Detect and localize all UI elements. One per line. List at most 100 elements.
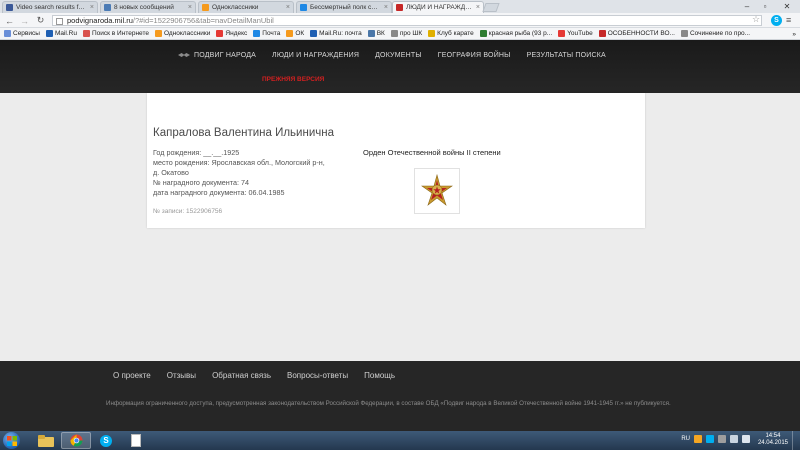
bookmark-mailru[interactable]: Mail.Ru: [45, 30, 77, 37]
yandex-icon: [216, 30, 224, 37]
order-star-icon: [421, 173, 453, 206]
footer-link-faq[interactable]: Вопросы-ответы: [287, 371, 348, 380]
bookmark-odnoklassniki[interactable]: Одноклассники: [154, 30, 210, 37]
browser-tab-polk[interactable]: Бессмертный полк серге ×: [296, 1, 392, 13]
bookmark-vk[interactable]: ВК: [367, 30, 385, 37]
reload-icon[interactable]: ↻: [35, 15, 46, 26]
bookmark-youtube[interactable]: YouTube: [558, 30, 593, 37]
award-document-number: № наградного документа: 74: [153, 178, 249, 187]
site-nav: ПОДВИГ НАРОДА ЛЮДИ И НАГРАЖДЕНИЯ ДОКУМЕН…: [170, 50, 614, 60]
bookmark-services[interactable]: Сервисы: [4, 30, 40, 37]
close-tab-icon[interactable]: ×: [476, 4, 480, 11]
browser-tab-messages[interactable]: 8 новых сообщений ×: [100, 1, 196, 13]
vk-icon: [6, 4, 13, 11]
record-number: № записи: 1522906756: [153, 208, 223, 215]
odnoklassniki-icon: [286, 30, 294, 37]
nav-search-results[interactable]: РЕЗУЛЬТАТЫ ПОИСКА: [519, 50, 614, 60]
forward-arrow-icon[interactable]: →: [19, 15, 30, 26]
tray-skype-icon[interactable]: [706, 435, 714, 443]
bookmark-karate[interactable]: Клуб карате: [428, 30, 474, 37]
menu-icon[interactable]: ≡: [786, 15, 791, 25]
apps-grid-icon: [4, 30, 11, 37]
maximize-button[interactable]: ▫: [756, 0, 774, 13]
previous-version-link[interactable]: ПРЕЖНЯЯ ВЕРСИЯ: [262, 76, 324, 83]
mail-icon: [253, 30, 261, 37]
person-card: Капралова Валентина Ильинична Год рожден…: [147, 93, 645, 228]
nav-people-awards[interactable]: ЛЮДИ И НАГРАЖДЕНИЯ: [264, 50, 367, 60]
nav-podvig-naroda[interactable]: ПОДВИГ НАРОДА: [170, 50, 264, 60]
footer-disclaimer: Информация ограниченного доступа, предус…: [106, 400, 671, 407]
bookmark-fish[interactable]: красная рыба (93 р...: [479, 30, 552, 37]
bookmark-features[interactable]: ОСОБЕННОСТИ ВО...: [598, 30, 675, 37]
taskbar-skype[interactable]: S: [91, 432, 121, 449]
close-tab-icon[interactable]: ×: [286, 4, 290, 11]
bookmark-shk[interactable]: про ШК: [390, 30, 422, 37]
windows-taskbar: S RU 14:54 24.04.2015: [0, 431, 800, 450]
bookmark-ok[interactable]: ОК: [286, 30, 304, 37]
nav-war-geography[interactable]: ГЕОГРАФИЯ ВОЙНЫ: [430, 50, 519, 60]
show-desktop-button[interactable]: [792, 431, 800, 450]
new-tab-button[interactable]: [482, 3, 500, 12]
footer-links: О проекте Отзывы Обратная связь Вопросы-…: [113, 371, 395, 380]
url-input[interactable]: podvignaroda.mil.ru/?#id=1522906756&tab=…: [52, 15, 762, 26]
footer-link-reviews[interactable]: Отзывы: [167, 371, 196, 380]
footer-link-about[interactable]: О проекте: [113, 371, 151, 380]
youtube-icon: [558, 30, 566, 37]
taskbar-clock[interactable]: 14:54 24.04.2015: [758, 433, 788, 447]
person-name: Капралова Валентина Ильинична: [153, 127, 334, 139]
taskbar-explorer[interactable]: [31, 432, 61, 449]
odnoklassniki-icon: [154, 30, 162, 37]
bookmark-search[interactable]: Поиск в Интернете: [82, 30, 149, 37]
site-header: ПОДВИГ НАРОДА ЛЮДИ И НАГРАЖДЕНИЯ ДОКУМЕН…: [0, 40, 800, 93]
birth-year: Год рождения: __.__.1925: [153, 148, 240, 157]
browser-tab-video-search[interactable]: Video search results for ч ×: [2, 1, 98, 13]
close-tab-icon[interactable]: ×: [384, 4, 388, 11]
start-button[interactable]: [3, 432, 20, 449]
birth-place-village: д. Окатово: [153, 168, 189, 177]
bookmarks-more-button[interactable]: »: [788, 28, 796, 39]
minimize-button[interactable]: ‒: [738, 0, 756, 13]
vk-icon: [367, 30, 375, 37]
language-indicator[interactable]: RU: [681, 436, 690, 442]
odnoklassniki-icon: [202, 4, 209, 11]
bookmark-star-icon[interactable]: ☆: [752, 14, 760, 25]
address-bar-row: ← → ↻ podvignaroda.mil.ru/?#id=152290675…: [0, 13, 800, 28]
folder-icon: [38, 434, 54, 447]
back-arrow-icon[interactable]: ←: [4, 15, 15, 26]
close-tab-icon[interactable]: ×: [90, 4, 94, 11]
tray-app-icon[interactable]: [694, 435, 702, 443]
search-engine-icon: [82, 30, 90, 37]
bookmark-mailru-mail[interactable]: Mail.Ru: почта: [310, 30, 362, 37]
system-tray: RU: [681, 435, 750, 443]
browser-tab-odnoklassniki[interactable]: Одноклассники ×: [198, 1, 294, 13]
award-document-date: дата наградного документа: 06.04.1985: [153, 188, 285, 197]
close-window-button[interactable]: ✕: [776, 0, 798, 13]
award-medal-image[interactable]: [414, 168, 460, 214]
birth-place: место рождения: Ярославская обл., Мологс…: [153, 158, 325, 167]
taskbar-chrome[interactable]: [61, 432, 91, 449]
tray-flag-icon[interactable]: [718, 435, 726, 443]
footer-link-help[interactable]: Помощь: [364, 371, 395, 380]
karate-icon: [428, 30, 436, 37]
bookmark-yandex[interactable]: Яндекс: [216, 30, 247, 37]
bookmark-essay[interactable]: Сочинение по про...: [680, 30, 750, 37]
messages-icon: [104, 4, 111, 11]
search-icon: [300, 4, 307, 11]
browser-tab-awards[interactable]: ЛЮДИ И НАГРАЖДЕНИЯ ×: [392, 1, 484, 13]
skype-icon: S: [100, 434, 112, 447]
network-icon[interactable]: [730, 435, 738, 443]
page-icon: [598, 30, 606, 37]
footer-link-feedback[interactable]: Обратная связь: [212, 371, 271, 380]
document-icon: [131, 434, 141, 447]
mailru-icon: [310, 30, 318, 37]
volume-icon[interactable]: [742, 435, 750, 443]
clock-date: 24.04.2015: [757, 440, 788, 446]
award-name[interactable]: Орден Отечественной войны II степени: [363, 148, 501, 157]
nav-documents[interactable]: ДОКУМЕНТЫ: [367, 50, 430, 60]
close-tab-icon[interactable]: ×: [188, 4, 192, 11]
taskbar-document[interactable]: [121, 432, 151, 449]
bookmark-mail[interactable]: Почта: [253, 30, 280, 37]
person-details: Год рождения: __.__.1925 место рождения:…: [153, 148, 358, 198]
mailru-icon: [45, 30, 53, 37]
skype-extension-icon[interactable]: S: [771, 15, 782, 26]
